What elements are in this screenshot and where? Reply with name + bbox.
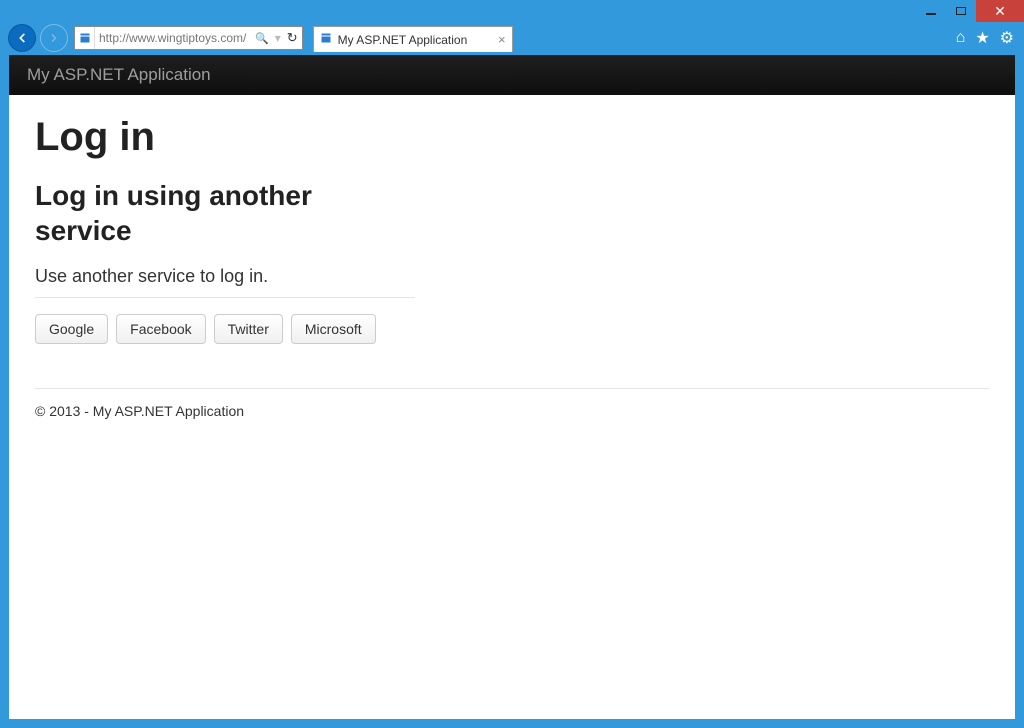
arrow-left-icon bbox=[15, 31, 29, 45]
app-brand[interactable]: My ASP.NET Application bbox=[27, 65, 211, 84]
provider-twitter-button[interactable]: Twitter bbox=[214, 314, 283, 344]
browser-toolbar: 🔍 ▾ ↻ My ASP.NET Application × ⌂ ★ ⚙ bbox=[0, 22, 1024, 54]
close-icon: ✕ bbox=[994, 3, 1006, 20]
footer-separator bbox=[35, 388, 989, 389]
app-navbar: My ASP.NET Application bbox=[9, 55, 1015, 95]
provider-microsoft-button[interactable]: Microsoft bbox=[291, 314, 376, 344]
address-bar: 🔍 ▾ ↻ bbox=[74, 26, 303, 50]
provider-google-button[interactable]: Google bbox=[35, 314, 108, 344]
window-close-button[interactable]: ✕ bbox=[976, 0, 1024, 22]
refresh-icon[interactable]: ↻ bbox=[287, 30, 298, 46]
home-icon[interactable]: ⌂ bbox=[956, 29, 966, 47]
provider-facebook-button[interactable]: Facebook bbox=[116, 314, 205, 344]
favorites-icon[interactable]: ★ bbox=[975, 28, 989, 48]
tab-strip: My ASP.NET Application × bbox=[313, 24, 513, 52]
settings-icon[interactable]: ⚙ bbox=[1000, 28, 1014, 48]
site-icon bbox=[75, 27, 95, 49]
page-icon bbox=[320, 32, 332, 47]
maximize-icon bbox=[956, 7, 966, 15]
tab-close-icon[interactable]: × bbox=[498, 32, 506, 47]
window-minimize-button[interactable] bbox=[916, 0, 946, 22]
window-titlebar: ✕ bbox=[0, 0, 1024, 22]
toolbar-right: ⌂ ★ ⚙ bbox=[956, 28, 1018, 48]
page-title: Log in bbox=[35, 115, 989, 160]
window-maximize-button[interactable] bbox=[946, 0, 976, 22]
tab-title: My ASP.NET Application bbox=[338, 33, 492, 47]
external-login-section: Log in using another service Use another… bbox=[35, 178, 415, 344]
search-icon[interactable]: 🔍 bbox=[255, 32, 269, 45]
separator: ▾ bbox=[275, 31, 281, 45]
page-body: Log in Log in using another service Use … bbox=[9, 95, 1015, 439]
provider-button-row: Google Facebook Twitter Microsoft bbox=[35, 314, 415, 344]
address-controls: 🔍 ▾ ↻ bbox=[251, 27, 302, 49]
nav-forward-button[interactable] bbox=[40, 24, 68, 52]
section-subtitle: Use another service to log in. bbox=[35, 266, 415, 298]
page-viewport: My ASP.NET Application Log in Log in usi… bbox=[8, 54, 1016, 720]
arrow-right-icon bbox=[48, 32, 60, 44]
nav-back-button[interactable] bbox=[8, 24, 36, 52]
section-title: Log in using another service bbox=[35, 178, 415, 248]
footer-text: © 2013 - My ASP.NET Application bbox=[35, 403, 989, 419]
browser-window: ✕ 🔍 ▾ ↻ My ASP.NET Ap bbox=[0, 0, 1024, 728]
url-input[interactable] bbox=[95, 27, 251, 49]
tab-active[interactable]: My ASP.NET Application × bbox=[313, 26, 513, 52]
